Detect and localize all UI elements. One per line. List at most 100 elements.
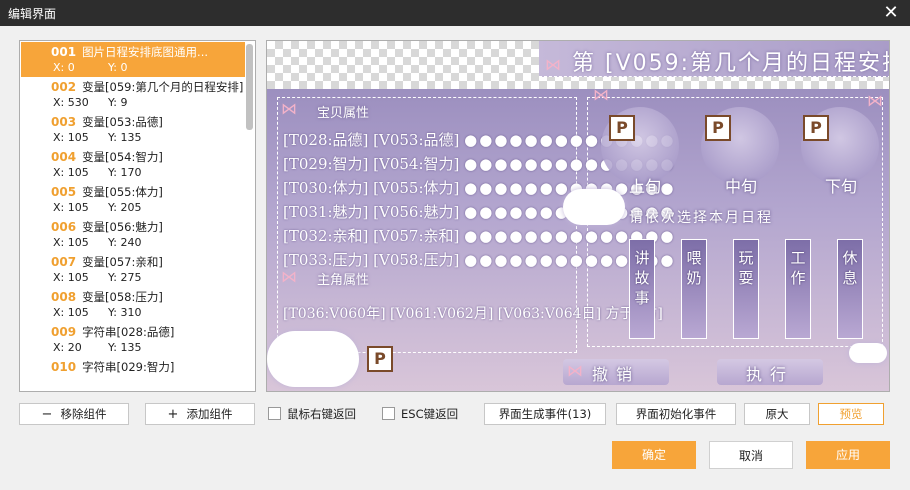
gen-event-button[interactable]: 界面生成事件(13)	[484, 403, 606, 425]
remove-label: 移除组件	[60, 407, 107, 421]
scrollbar[interactable]	[246, 44, 253, 389]
bow-decoration: ⋈	[281, 267, 297, 286]
preview-label: 预览	[839, 407, 863, 421]
cloud-decoration	[267, 331, 359, 387]
baby-attributes-title: 宝贝属性	[317, 106, 370, 121]
bow-decoration: ⋈	[545, 55, 561, 74]
item-y: Y: 9	[108, 96, 128, 109]
item-number: 009	[51, 325, 77, 339]
activity-work[interactable]: 工作	[785, 239, 811, 339]
item-label: 图片日程安排底图通用...	[82, 45, 209, 59]
remove-component-button[interactable]: − 移除组件	[19, 403, 129, 425]
item-title: 009 字符串[028:品德]	[51, 324, 174, 340]
item-title: 010 字符串[029:智力]	[51, 359, 174, 375]
item-x: X: 105	[53, 306, 89, 319]
p-icon: P	[705, 115, 731, 141]
item-x: X: 105	[53, 271, 89, 284]
activity-story[interactable]: 讲故事	[629, 239, 655, 339]
apply-button[interactable]: 应用	[806, 441, 890, 469]
item-label: 字符串[028:品德]	[82, 325, 175, 339]
stat-text: [T031:魅力] [V056:魅力]	[283, 203, 460, 221]
scrollbar-thumb[interactable]	[246, 44, 253, 130]
activity-play[interactable]: 玩耍	[733, 239, 759, 339]
title-bar: 编辑界面 ✕	[0, 0, 910, 26]
activity-label: 讲故事	[634, 249, 650, 307]
add-label: 添加组件	[186, 407, 233, 421]
item-coords	[53, 376, 108, 389]
item-x: X: 105	[53, 236, 89, 249]
checkbox-box[interactable]	[382, 407, 395, 420]
activity-label: 喂奶	[686, 249, 702, 287]
init-event-button[interactable]: 界面初始化事件	[616, 403, 736, 425]
item-label: 字符串[029:智力]	[82, 360, 175, 374]
stat-text: [T029:智力] [V054:智力]	[283, 155, 460, 173]
item-number: 004	[51, 150, 77, 164]
period-mid[interactable]: 中旬	[725, 173, 757, 197]
list-item[interactable]: 010 字符串[029:智力]	[21, 357, 245, 391]
item-coords: X: 20 Y: 135	[53, 341, 141, 354]
protagonist-attributes-title: 主角属性	[317, 273, 370, 288]
schedule-prompt: 请依次选择本月日程	[629, 210, 773, 226]
checkbox-label: 鼠标右键返回	[287, 407, 356, 421]
date-row: [T036:V060年] [V061:V062月] [V063:V064日] 方…	[283, 306, 663, 322]
gen-event-label: 界面生成事件(13)	[498, 407, 592, 421]
bow-decoration: ⋈	[281, 99, 297, 118]
plus-icon: +	[167, 407, 179, 422]
item-coords: X: 105 Y: 275	[53, 271, 141, 284]
list-item[interactable]: 004 变量[054:智力] X: 105 Y: 170	[21, 147, 245, 182]
cancel-button[interactable]: 取消	[709, 441, 793, 469]
item-coords: X: 105 Y: 170	[53, 166, 141, 179]
list-item[interactable]: 005 变量[055:体力] X: 105 Y: 205	[21, 182, 245, 217]
execute-art-button[interactable]: 执行	[717, 359, 823, 385]
item-coords: X: 0 Y: 0	[53, 61, 127, 74]
stat-row: [T033:压力] [V058:压力] ●●●●●●●●●●●●●●	[283, 249, 675, 270]
item-x: X: 0	[53, 61, 75, 74]
p-icon: P	[609, 115, 635, 141]
item-y: Y: 135	[108, 131, 142, 144]
period-early[interactable]: 上旬	[629, 173, 661, 197]
list-item[interactable]: 008 变量[058:压力] X: 105 Y: 310	[21, 287, 245, 322]
activity-feed[interactable]: 喂奶	[681, 239, 707, 339]
preview-button[interactable]: 预览	[818, 403, 884, 425]
ok-button[interactable]: 确定	[612, 441, 696, 469]
list-item[interactable]: 002 变量[059:第几个月的日程安排] X: 530 Y: 9	[21, 77, 245, 112]
item-y: Y: 310	[108, 306, 142, 319]
item-number: 005	[51, 185, 77, 199]
preview-canvas[interactable]: 第 [V059:第几个月的日程安排 宝贝属性 [T028:品德] [V053:品…	[266, 40, 890, 392]
item-x: X: 20	[53, 341, 82, 354]
stat-text: [T030:体力] [V055:体力]	[283, 179, 460, 197]
item-number: 008	[51, 290, 77, 304]
activity-rest[interactable]: 休息	[837, 239, 863, 339]
item-number: 007	[51, 255, 77, 269]
list-item[interactable]: 007 变量[057:亲和] X: 105 Y: 275	[21, 252, 245, 287]
component-list[interactable]: 001 图片日程安排底图通用... X: 0 Y: 0 002 变量[059:第几个月的日…	[19, 40, 256, 392]
list-item[interactable]: 009 字符串[028:品德] X: 20 Y: 135	[21, 322, 245, 357]
item-title: 002 变量[059:第几个月的日程安排]	[51, 79, 243, 95]
item-label: 变量[058:压力]	[82, 290, 163, 304]
checkbox-label: ESC键返回	[401, 407, 459, 421]
period-late[interactable]: 下旬	[825, 173, 857, 197]
list-item[interactable]: 006 变量[056:魅力] X: 105 Y: 240	[21, 217, 245, 252]
actual-size-button[interactable]: 原大	[744, 403, 810, 425]
cloud-decoration	[849, 343, 887, 363]
init-event-label: 界面初始化事件	[635, 407, 717, 421]
actual-size-label: 原大	[765, 407, 789, 421]
stat-text: [T033:压力] [V058:压力]	[283, 251, 460, 269]
activity-label: 玩耍	[738, 249, 754, 287]
add-component-button[interactable]: + 添加组件	[145, 403, 255, 425]
esc-back-checkbox[interactable]: ESC键返回	[382, 406, 458, 422]
item-title: 001 图片日程安排底图通用...	[51, 44, 208, 60]
close-icon[interactable]: ✕	[880, 2, 902, 24]
item-title: 003 变量[053:品德]	[51, 114, 163, 130]
item-y: Y: 275	[108, 271, 142, 284]
checkbox-box[interactable]	[268, 407, 281, 420]
item-y: Y: 135	[108, 341, 142, 354]
activity-label: 工作	[790, 249, 806, 287]
list-item[interactable]: 001 图片日程安排底图通用... X: 0 Y: 0	[21, 42, 245, 77]
item-coords: X: 530 Y: 9	[53, 96, 127, 109]
p-icon: P	[803, 115, 829, 141]
list-item[interactable]: 003 变量[053:品德] X: 105 Y: 135	[21, 112, 245, 147]
item-y: Y: 170	[108, 166, 142, 179]
minus-icon: −	[41, 407, 53, 422]
right-click-back-checkbox[interactable]: 鼠标右键返回	[268, 406, 356, 422]
